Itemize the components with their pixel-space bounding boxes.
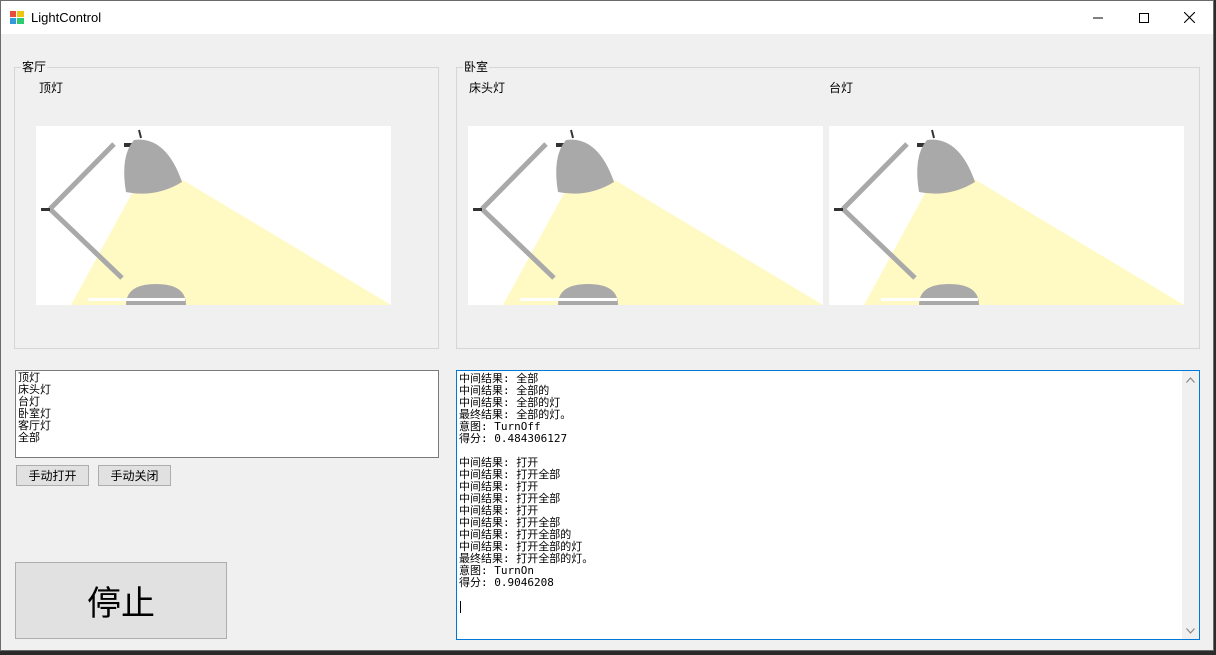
log-line: 中间结果: 全部的 bbox=[459, 384, 550, 397]
manual-on-button[interactable]: 手动打开 bbox=[16, 465, 89, 486]
lamp-image-bedside bbox=[468, 126, 823, 305]
log-line: 中间结果: 打开 bbox=[459, 456, 539, 469]
desk-lamp-icon bbox=[834, 129, 1184, 305]
log-line: 中间结果: 打开 bbox=[459, 480, 539, 493]
log-line: 意图: TurnOn bbox=[459, 564, 534, 577]
lamp-label-desk: 台灯 bbox=[829, 81, 854, 95]
list-item[interactable]: 卧室灯 bbox=[18, 408, 436, 420]
list-item[interactable]: 床头灯 bbox=[18, 384, 436, 396]
living-room-group-label: 客厅 bbox=[21, 60, 48, 74]
window-title: LightControl bbox=[31, 10, 102, 25]
log-line: 中间结果: 打开全部 bbox=[459, 468, 561, 481]
list-item[interactable]: 客厅灯 bbox=[18, 420, 436, 432]
maximize-icon bbox=[1139, 12, 1149, 23]
scroll-down-button[interactable] bbox=[1182, 622, 1199, 639]
list-item[interactable]: 台灯 bbox=[18, 396, 436, 408]
log-line: 得分: 0.9046208 bbox=[459, 576, 554, 589]
log-text: 中间结果: 全部 中间结果: 全部的 中间结果: 全部的灯 最终结果: 全部的灯。 意图… bbox=[459, 373, 1179, 589]
log-line: 意图: TurnOff bbox=[459, 420, 541, 433]
lamp-image-ceiling bbox=[36, 126, 391, 305]
lamp-label-bedside: 床头灯 bbox=[469, 81, 506, 95]
text-caret bbox=[460, 601, 461, 613]
log-line: 最终结果: 打开全部的灯。 bbox=[459, 552, 594, 565]
lamp-label-ceiling: 顶灯 bbox=[39, 81, 64, 95]
minimize-icon bbox=[1093, 17, 1103, 18]
title-bar[interactable]: LightControl bbox=[1, 1, 1213, 34]
lamp-image-desk bbox=[829, 126, 1184, 305]
desk-lamp-icon bbox=[41, 129, 391, 305]
desk-lamp-icon bbox=[473, 129, 823, 305]
vertical-scrollbar[interactable] bbox=[1182, 371, 1199, 639]
command-list[interactable]: 顶灯 床头灯 台灯 卧室灯 客厅灯 全部 bbox=[15, 370, 439, 458]
maximize-button[interactable] bbox=[1121, 1, 1167, 34]
close-button[interactable] bbox=[1166, 1, 1212, 34]
bedroom-group-label: 卧室 bbox=[463, 60, 490, 74]
log-line: 最终结果: 全部的灯。 bbox=[459, 408, 572, 421]
close-icon bbox=[1183, 12, 1195, 23]
scroll-up-button[interactable] bbox=[1182, 371, 1199, 388]
log-line: 中间结果: 打开全部 bbox=[459, 492, 561, 505]
list-item[interactable]: 全部 bbox=[18, 432, 436, 444]
chevron-up-icon bbox=[1186, 376, 1195, 383]
chevron-down-icon bbox=[1186, 627, 1195, 634]
recognition-log[interactable]: 中间结果: 全部 中间结果: 全部的 中间结果: 全部的灯 最终结果: 全部的灯。 意图… bbox=[456, 370, 1200, 640]
minimize-button[interactable] bbox=[1075, 1, 1121, 34]
stop-button[interactable]: 停止 bbox=[15, 562, 227, 639]
log-line: 得分: 0.484306127 bbox=[459, 432, 568, 445]
log-line: 中间结果: 全部 bbox=[459, 372, 539, 385]
manual-off-button[interactable]: 手动关闭 bbox=[98, 465, 171, 486]
list-item[interactable]: 顶灯 bbox=[18, 372, 436, 384]
app-icon bbox=[10, 11, 24, 24]
app-window: LightControl 客厅 顶灯 卧室 床头灯 台灯 顶灯 床头灯 台灯 卧… bbox=[0, 0, 1214, 651]
log-line: 中间结果: 打开 bbox=[459, 504, 539, 517]
